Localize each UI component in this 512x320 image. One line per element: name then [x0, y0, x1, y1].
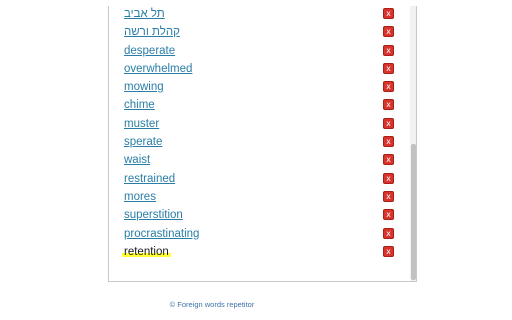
close-icon: x	[386, 191, 391, 201]
close-icon: x	[386, 228, 391, 238]
word-row: mores x	[109, 189, 409, 207]
word-link[interactable]: קהלת ורשה	[124, 25, 180, 39]
delete-word-button[interactable]: x	[383, 117, 394, 129]
close-icon: x	[386, 100, 391, 110]
delete-word-button[interactable]: x	[383, 26, 394, 38]
close-icon: x	[386, 45, 391, 55]
close-icon: x	[386, 63, 391, 73]
word-list: תל אביב x קהלת ורשה x desperate x overwhelmed x…	[109, 6, 409, 262]
delete-word-button[interactable]: x	[383, 209, 394, 221]
delete-word-button[interactable]: x	[383, 154, 394, 166]
close-icon: x	[386, 9, 391, 18]
footer-credit: © Foreign words repetitor	[169, 300, 255, 309]
delete-word-button[interactable]: x	[383, 62, 394, 74]
word-row: restrained x	[109, 171, 409, 189]
word-row: mowing x	[109, 79, 409, 97]
word-link[interactable]: restrained	[124, 172, 175, 186]
delete-word-button[interactable]: x	[383, 99, 394, 111]
close-icon: x	[386, 173, 391, 183]
delete-word-button[interactable]: x	[383, 190, 394, 202]
word-link-highlighted[interactable]: retention	[122, 244, 171, 259]
word-link[interactable]: muster	[124, 117, 159, 131]
word-row: overwhelmed x	[109, 61, 409, 79]
word-link[interactable]: procrastinating	[124, 227, 199, 241]
delete-word-button[interactable]: x	[383, 44, 394, 56]
scrollbar-thumb[interactable]	[411, 144, 416, 280]
close-icon: x	[386, 155, 391, 165]
word-link[interactable]: mores	[124, 190, 156, 204]
word-list-panel: תל אביב x קהלת ורשה x desperate x overwhelmed x…	[108, 6, 417, 282]
delete-word-button[interactable]: x	[383, 227, 394, 239]
close-icon: x	[386, 137, 391, 147]
close-icon: x	[386, 27, 391, 37]
word-row: retention x	[109, 244, 409, 262]
close-icon: x	[386, 82, 391, 92]
word-row: procrastinating x	[109, 226, 409, 244]
delete-word-button[interactable]: x	[383, 81, 394, 93]
word-row: sperate x	[109, 134, 409, 152]
word-link[interactable]: sperate	[124, 135, 162, 149]
delete-word-button[interactable]: x	[383, 245, 394, 257]
word-row: תל אביב x	[109, 6, 409, 24]
word-link[interactable]: superstition	[124, 208, 183, 222]
word-link[interactable]: chime	[124, 98, 155, 112]
word-row: superstition x	[109, 207, 409, 225]
word-row: muster x	[109, 116, 409, 134]
delete-word-button[interactable]: x	[383, 172, 394, 184]
delete-word-button[interactable]: x	[383, 136, 394, 148]
word-link[interactable]: desperate	[124, 44, 175, 58]
close-icon: x	[386, 118, 391, 128]
delete-word-button[interactable]: x	[383, 8, 394, 19]
word-row: waist x	[109, 152, 409, 170]
word-link[interactable]: overwhelmed	[124, 62, 192, 76]
word-link[interactable]: waist	[124, 153, 150, 167]
word-row: desperate x	[109, 43, 409, 61]
word-link[interactable]: תל אביב	[124, 7, 165, 21]
word-row: chime x	[109, 97, 409, 115]
word-row: קהלת ורשה x	[109, 24, 409, 42]
word-link[interactable]: mowing	[124, 80, 164, 94]
close-icon: x	[386, 246, 391, 256]
close-icon: x	[386, 210, 391, 220]
